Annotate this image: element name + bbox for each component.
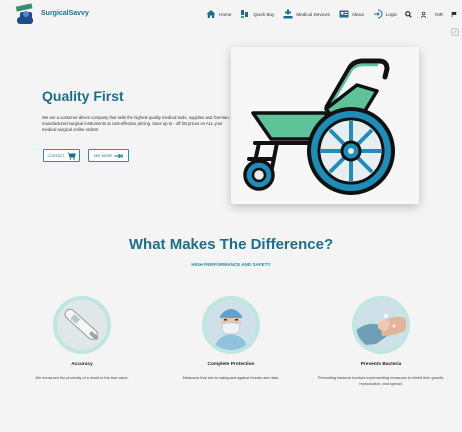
section-subtitle: HIGH PERFORMANCE AND SAFETY xyxy=(191,262,271,267)
nav-search[interactable] xyxy=(405,10,412,18)
about-icon xyxy=(339,10,349,18)
hero-image-card xyxy=(231,47,419,204)
see-more-button-label: SEE MORE xyxy=(93,153,113,158)
feature-description: Measures that aim to safeguard against t… xyxy=(182,376,280,380)
feature-title: Prevents Bacteria xyxy=(360,362,402,367)
nav-about[interactable]: About xyxy=(339,9,364,19)
see-more-button[interactable]: SEE MORE xyxy=(88,149,129,162)
nav-login-label: Login xyxy=(385,11,398,17)
nav-home[interactable]: Home xyxy=(206,9,231,19)
feature-image-circle xyxy=(53,296,111,354)
cart-icon xyxy=(67,152,76,160)
main-nav: Home Quick Buy Medical Devices About Log… xyxy=(197,9,458,19)
brand-name[interactable]: SurgicalSavvy xyxy=(41,10,89,17)
nav-login[interactable]: Login xyxy=(373,9,397,19)
feature-title: Accuracy xyxy=(71,362,93,367)
nav-about-label: About xyxy=(351,11,364,17)
feature-title: Complete Protection xyxy=(207,362,255,367)
feature-card: Prevents Bacteria Preventing bacteria in… xyxy=(311,296,451,387)
accessibility-icon[interactable] xyxy=(451,28,459,36)
feature-description: We measures the proximity of a result to… xyxy=(35,376,129,380)
contact-button[interactable]: CONTACT xyxy=(43,149,80,162)
feature-image-circle xyxy=(352,296,410,354)
feature-card: Accuracy We measures the proximity of a … xyxy=(12,296,152,382)
brand-logo[interactable] xyxy=(14,3,36,27)
thermometer-icon xyxy=(57,300,107,350)
arrow-right-icon xyxy=(114,153,124,158)
currency-label: INR xyxy=(435,11,443,17)
search-icon xyxy=(405,10,412,18)
nav-medical-devices-label: Medical Devices xyxy=(296,11,330,17)
handwashing-icon xyxy=(356,300,406,350)
medical-devices-icon xyxy=(283,9,293,19)
nav-quick-buy[interactable]: Quick Buy xyxy=(240,9,274,19)
nav-home-label: Home xyxy=(219,11,232,17)
nav-medical-devices[interactable]: Medical Devices xyxy=(283,9,330,19)
contact-button-label: CONTACT xyxy=(47,153,65,158)
feature-description: Preventing bacteria involves implementin… xyxy=(318,376,444,386)
nav-quick-buy-label: Quick Buy xyxy=(253,11,275,17)
feature-image-circle xyxy=(202,296,260,354)
flag-icon xyxy=(451,11,457,17)
surgeon-mask-icon xyxy=(206,300,256,350)
login-icon xyxy=(373,9,383,19)
nav-currency[interactable]: INR xyxy=(435,12,443,17)
home-icon xyxy=(206,10,216,18)
feature-card: Complete Protection Measures that aim to… xyxy=(161,296,301,382)
nav-user[interactable] xyxy=(420,11,427,18)
user-icon xyxy=(420,11,427,18)
section-title: What Makes The Difference? xyxy=(128,236,334,253)
header: SurgicalSavvy Home Quick Buy Medical Dev… xyxy=(0,0,462,28)
hero-title: Quality First xyxy=(42,88,124,104)
quick-buy-icon xyxy=(241,10,249,18)
wheelchair-icon xyxy=(243,58,395,195)
hero-description: We are a customer-driven company that se… xyxy=(42,115,230,133)
nav-language[interactable] xyxy=(451,11,458,18)
